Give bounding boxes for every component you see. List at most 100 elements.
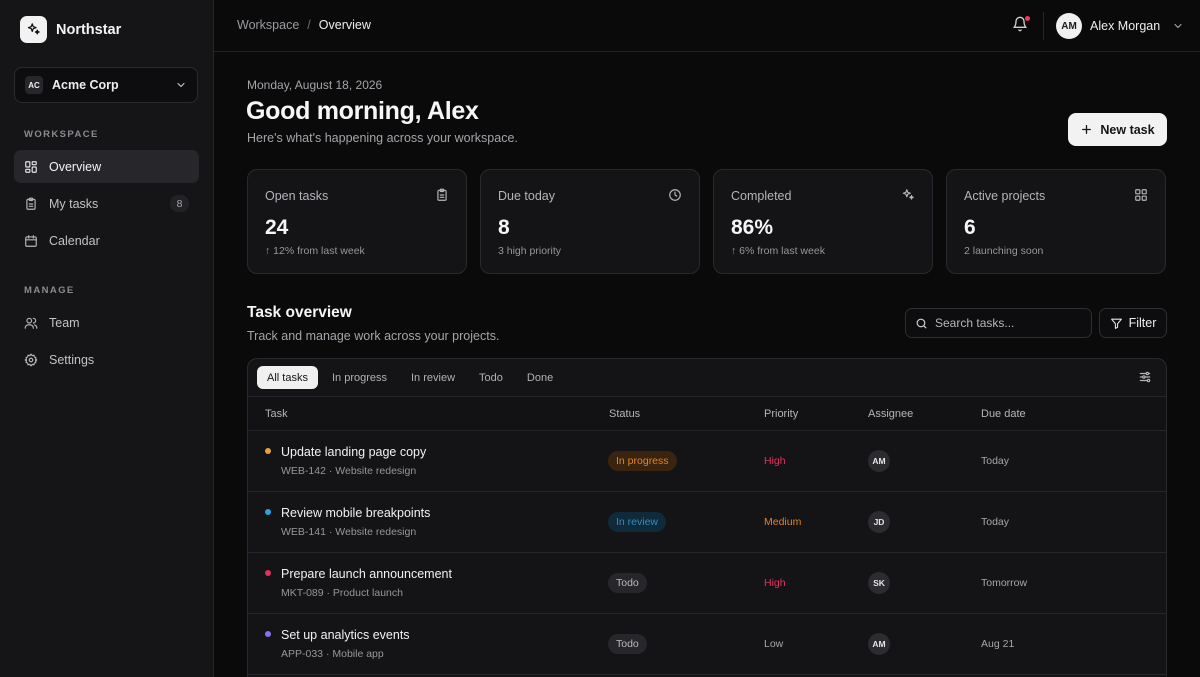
new-task-label: New task xyxy=(1100,122,1155,137)
brand[interactable]: Northstar xyxy=(20,16,121,43)
stat-note: 3 high priority xyxy=(498,245,562,257)
chevron-down-icon xyxy=(175,79,187,91)
stat-note: ↑ 6% from last week xyxy=(731,245,825,257)
notifications-button[interactable] xyxy=(1012,16,1030,34)
sparkle-icon xyxy=(901,188,915,202)
breadcrumb-overview: Overview xyxy=(318,18,371,32)
task-count-badge: 8 xyxy=(170,195,189,212)
breadcrumb: Workspace / Overview xyxy=(237,18,371,32)
due-date: Aug 21 xyxy=(981,638,1015,650)
task-meta: WEB-141 · Website redesign xyxy=(281,526,417,538)
stat-note: 2 launching soon xyxy=(964,245,1044,257)
due-date: Today xyxy=(981,516,1010,528)
filter-label: Filter xyxy=(1128,316,1157,330)
avatar: SK xyxy=(868,572,890,594)
app-name: Northstar xyxy=(56,21,122,38)
priority-label: Medium xyxy=(764,516,802,528)
sidebar-item-label: My tasks xyxy=(49,196,99,211)
stat-value: 6 xyxy=(964,216,976,239)
sidebar-item-label: Overview xyxy=(49,159,102,174)
main-content: Monday, August 18, 2026 Good morning, Al… xyxy=(214,52,1200,677)
topbar: Workspace / Overview AM Alex Morgan xyxy=(214,0,1200,52)
status-badge: Todo xyxy=(608,634,647,654)
tab-in-progress[interactable]: In progress xyxy=(322,366,397,389)
users-icon xyxy=(24,316,38,330)
grid-icon xyxy=(1134,188,1148,202)
sliders-icon[interactable] xyxy=(1138,370,1152,384)
sidebar-item-overview[interactable]: Overview xyxy=(14,150,199,183)
status-badge: In progress xyxy=(608,451,677,471)
table-row[interactable]: Prepare launch announcement MKT-089 · Pr… xyxy=(248,553,1166,614)
avatar: JD xyxy=(868,511,890,533)
priority-label: High xyxy=(764,577,786,589)
sidebar-item-calendar[interactable]: Calendar xyxy=(14,224,199,257)
user-name: Alex Morgan xyxy=(1090,19,1161,33)
chevron-down-icon xyxy=(1172,20,1184,32)
task-title: Review mobile breakpoints xyxy=(281,506,431,520)
status-badge: Todo xyxy=(608,573,647,593)
priority-label: High xyxy=(764,455,786,467)
tab-all-tasks[interactable]: All tasks xyxy=(257,366,318,389)
stat-card-active-projects: Active projects 6 2 launching soon xyxy=(946,169,1166,274)
column-header-task: Task xyxy=(265,408,288,420)
divider xyxy=(1043,12,1044,40)
status-badge: In review xyxy=(608,512,667,532)
task-overview-subtitle: Track and manage work across your projec… xyxy=(247,329,500,343)
task-meta: WEB-142 · Website redesign xyxy=(281,465,417,477)
sidebar-item-label: Calendar xyxy=(49,233,100,248)
filter-button[interactable]: Filter xyxy=(1099,308,1167,338)
column-header-priority: Priority xyxy=(764,408,799,420)
search-icon xyxy=(915,317,928,330)
task-table: All tasks In progress In review Todo Don… xyxy=(247,358,1167,677)
breadcrumb-workspace[interactable]: Workspace xyxy=(237,18,299,32)
due-date: Today xyxy=(981,455,1010,467)
table-row[interactable]: Review mobile breakpoints WEB-141 · Webs… xyxy=(248,492,1166,553)
clipboard-icon xyxy=(24,197,38,211)
project-dot xyxy=(265,631,271,637)
sidebar-item-team[interactable]: Team xyxy=(14,306,199,339)
table-header: Task Status Priority Assignee Due date xyxy=(248,396,1166,431)
table-row[interactable]: Update landing page copy WEB-142 · Websi… xyxy=(248,431,1166,492)
task-meta: APP-033 · Mobile app xyxy=(281,648,384,660)
tab-done[interactable]: Done xyxy=(517,366,563,389)
task-meta: MKT-089 · Product launch xyxy=(281,587,403,599)
notification-dot xyxy=(1025,16,1030,21)
breadcrumb-separator: / xyxy=(307,18,311,32)
task-tabs: All tasks In progress In review Todo Don… xyxy=(257,366,563,389)
search-field[interactable] xyxy=(905,308,1092,338)
due-date: Tomorrow xyxy=(981,577,1028,589)
search-input[interactable] xyxy=(935,316,1082,330)
clipboard-icon xyxy=(435,188,449,202)
stat-card-completed: Completed 86% ↑ 6% from last week xyxy=(713,169,933,274)
org-switcher[interactable]: AC Acme Corp xyxy=(14,67,198,103)
stat-value: 8 xyxy=(498,216,510,239)
sidebar-item-settings[interactable]: Settings xyxy=(14,343,199,376)
tab-in-review[interactable]: In review xyxy=(401,366,465,389)
project-dot xyxy=(265,570,271,576)
stat-value: 24 xyxy=(265,216,289,239)
nav-section-workspace: WORKSPACE xyxy=(24,129,99,140)
table-row[interactable]: Set up analytics events APP-033 · Mobile… xyxy=(248,614,1166,675)
stat-value: 86% xyxy=(731,216,774,239)
org-name: Acme Corp xyxy=(52,78,119,92)
stat-label: Open tasks xyxy=(265,189,329,203)
new-task-button[interactable]: New task xyxy=(1068,113,1167,146)
task-title: Prepare launch announcement xyxy=(281,567,452,581)
gear-icon xyxy=(24,353,38,367)
org-badge: AC xyxy=(25,76,43,94)
sidebar-item-my-tasks[interactable]: My tasks 8 xyxy=(14,187,199,220)
page-subtitle: Here's what's happening across your work… xyxy=(247,131,518,145)
project-dot xyxy=(265,448,271,454)
calendar-icon xyxy=(24,234,38,248)
stat-card-due-today: Due today 8 3 high priority xyxy=(480,169,700,274)
user-menu[interactable]: AM Alex Morgan xyxy=(1056,13,1184,39)
sparkle-icon xyxy=(20,16,47,43)
sidebar-item-label: Settings xyxy=(49,352,95,367)
avatar: AM xyxy=(868,450,890,472)
stat-card-open-tasks: Open tasks 24 ↑ 12% from last week xyxy=(247,169,467,274)
tab-todo[interactable]: Todo xyxy=(469,366,513,389)
grid-icon xyxy=(24,160,38,174)
stat-note: ↑ 12% from last week xyxy=(265,245,365,257)
stat-label: Completed xyxy=(731,189,792,203)
plus-icon xyxy=(1080,123,1093,136)
